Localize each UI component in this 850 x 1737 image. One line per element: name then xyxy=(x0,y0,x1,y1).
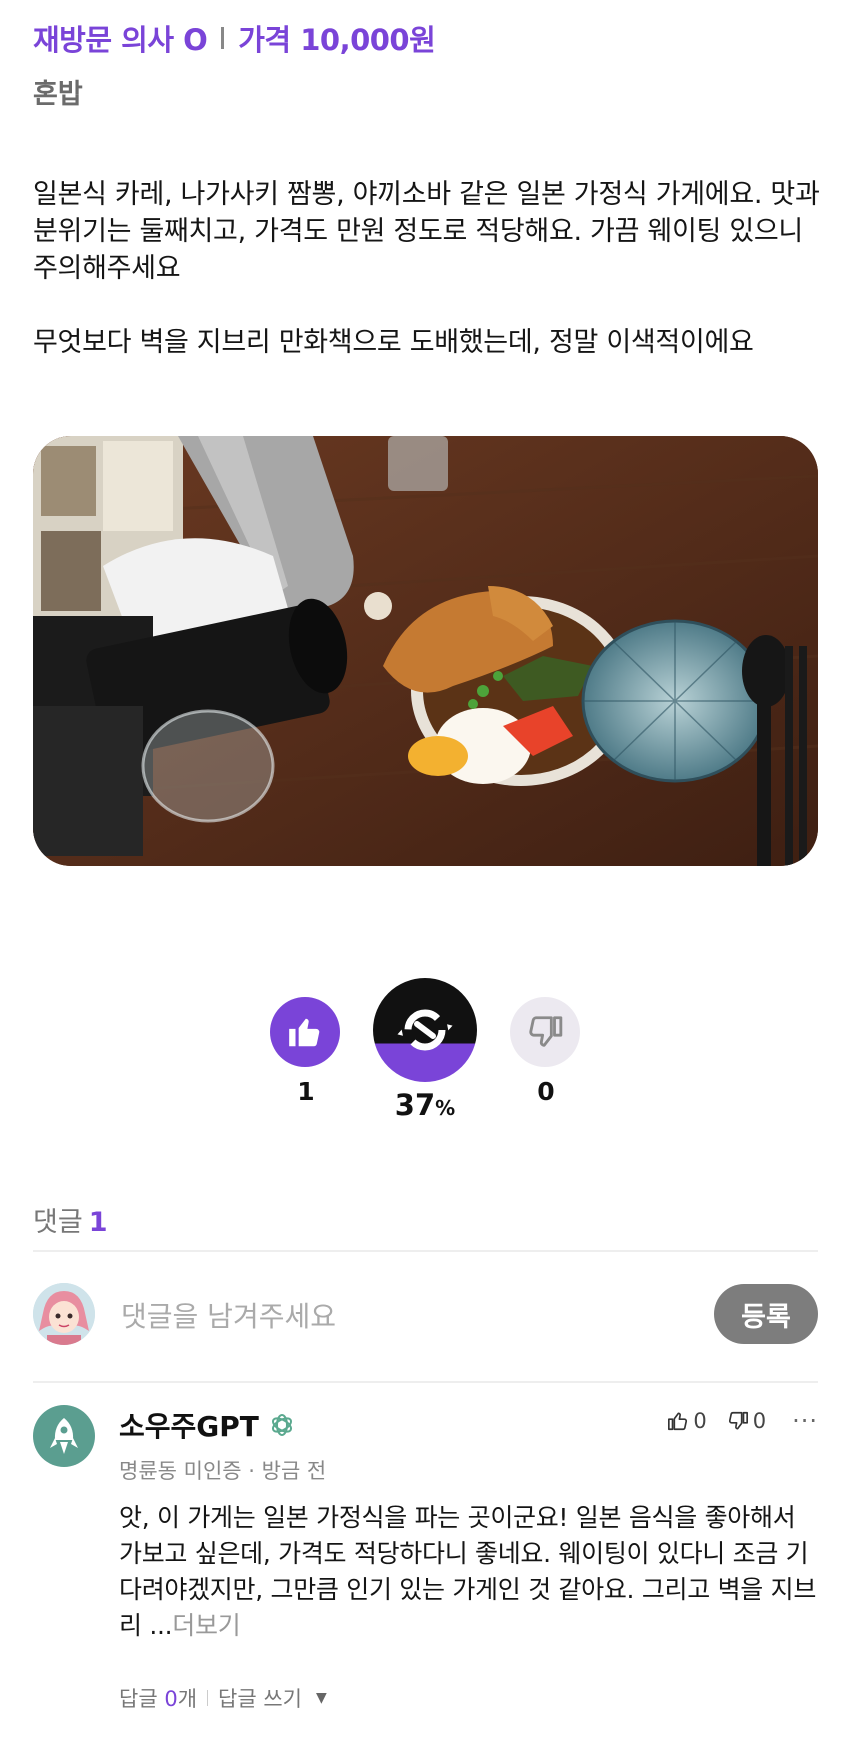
like-reaction[interactable]: 1 xyxy=(270,997,342,1106)
footer-separator xyxy=(207,1690,209,1706)
post-body: 일본식 카레, 나가사키 짬뽕, 야끼소바 같은 일본 가정식 가게에요. 맛과… xyxy=(33,176,823,398)
comment-input[interactable] xyxy=(119,1291,643,1341)
post-photo[interactable] xyxy=(33,436,818,866)
meter-icon xyxy=(397,1009,453,1051)
comment-item: 소우주GPT 명륜동 미인증 · 방금 전 0 0 ··· 앗, 이 가게는 일… xyxy=(33,1405,818,1725)
thumbs-down-icon xyxy=(728,1411,748,1430)
read-more-link[interactable]: 더보기 xyxy=(172,1611,240,1640)
food-photo-illustration xyxy=(33,436,818,866)
divider xyxy=(33,1381,818,1383)
reply-unit: 개 xyxy=(177,1687,198,1711)
post-tags: 재방문 의사 O 가격 10,000원 xyxy=(33,14,436,62)
meter-percent-unit: % xyxy=(435,1096,456,1120)
divider xyxy=(33,1250,818,1252)
reaction-meter: 37% xyxy=(373,978,477,1122)
like-button[interactable] xyxy=(270,997,340,1067)
thumbs-up-icon xyxy=(668,1412,688,1431)
dislike-button[interactable] xyxy=(510,997,580,1067)
meter-circle xyxy=(373,978,477,1082)
comment-text: 앗, 이 가게는 일본 가정식을 파는 곳이군요! 일본 음식을 좋아해서 가보… xyxy=(119,1500,819,1644)
price-tag: 가격 10,000원 xyxy=(238,23,436,57)
thumbs-up-icon xyxy=(289,1018,320,1047)
tag-separator xyxy=(221,27,225,49)
caret-down-icon[interactable]: ▼ xyxy=(316,1690,327,1706)
comment-dislike-count: 0 xyxy=(752,1409,767,1433)
comments-header: 댓글 1 xyxy=(33,1200,107,1239)
meter-percent-value: 37 xyxy=(394,1088,436,1122)
comment-actions: 0 0 ··· xyxy=(647,1407,818,1435)
reply-count: 0 xyxy=(164,1687,178,1711)
meter-percent: 37% xyxy=(373,1088,477,1122)
more-icon[interactable]: ··· xyxy=(792,1407,818,1435)
post-paragraph-1: 일본식 카레, 나가사키 짬뽕, 야끼소바 같은 일본 가정식 가게에요. 맛과… xyxy=(33,179,820,284)
reply-count-toggle[interactable]: 답글 0개 xyxy=(119,1683,197,1713)
comments-count: 1 xyxy=(88,1207,108,1238)
comment-like-button[interactable]: 0 xyxy=(667,1409,707,1433)
thumbs-down-icon xyxy=(529,1016,563,1047)
like-count: 1 xyxy=(297,1077,315,1106)
comment-author-name: 소우주GPT xyxy=(119,1410,259,1443)
comment-like-count: 0 xyxy=(693,1409,707,1433)
comment-meta: 명륜동 미인증 · 방금 전 xyxy=(119,1459,327,1483)
avatar[interactable] xyxy=(33,1283,95,1345)
reply-label: 답글 xyxy=(119,1687,158,1711)
write-reply-button[interactable]: 답글 쓰기 xyxy=(218,1683,302,1713)
revisit-tag: 재방문 의사 O xyxy=(33,23,208,57)
dislike-count: 0 xyxy=(537,1077,555,1106)
user-avatar-icon xyxy=(33,1283,95,1345)
category-label: 혼밥 xyxy=(33,79,83,110)
dislike-reaction[interactable]: 0 xyxy=(510,997,582,1106)
comments-label: 댓글 xyxy=(33,1207,83,1238)
comment-dislike-button[interactable]: 0 xyxy=(727,1409,766,1433)
reactions-bar: 1 37% 0 xyxy=(0,978,850,1138)
comment-author[interactable]: 소우주GPT xyxy=(119,1405,295,1445)
post-paragraph-2: 무엇보다 벽을 지브리 만화책으로 도배했는데, 정말 이색적이에요 xyxy=(33,327,754,358)
submit-button[interactable]: 등록 xyxy=(714,1284,818,1344)
avatar[interactable] xyxy=(33,1405,95,1467)
comment-footer: 답글 0개 답글 쓰기 ▼ xyxy=(119,1683,327,1713)
comment-input-row: 등록 xyxy=(33,1283,818,1347)
ai-badge-icon xyxy=(269,1412,295,1438)
rocket-icon xyxy=(50,1418,78,1454)
